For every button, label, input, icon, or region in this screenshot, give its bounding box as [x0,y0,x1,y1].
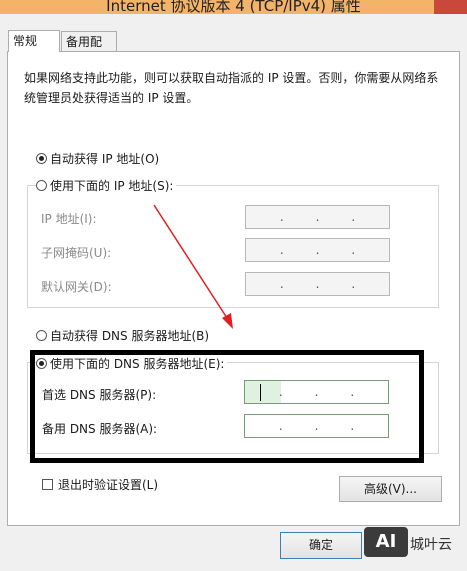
watermark-logo: AI [364,527,408,557]
watermark-text: 城叶云 [410,537,452,553]
annotation-arrow [153,204,233,329]
